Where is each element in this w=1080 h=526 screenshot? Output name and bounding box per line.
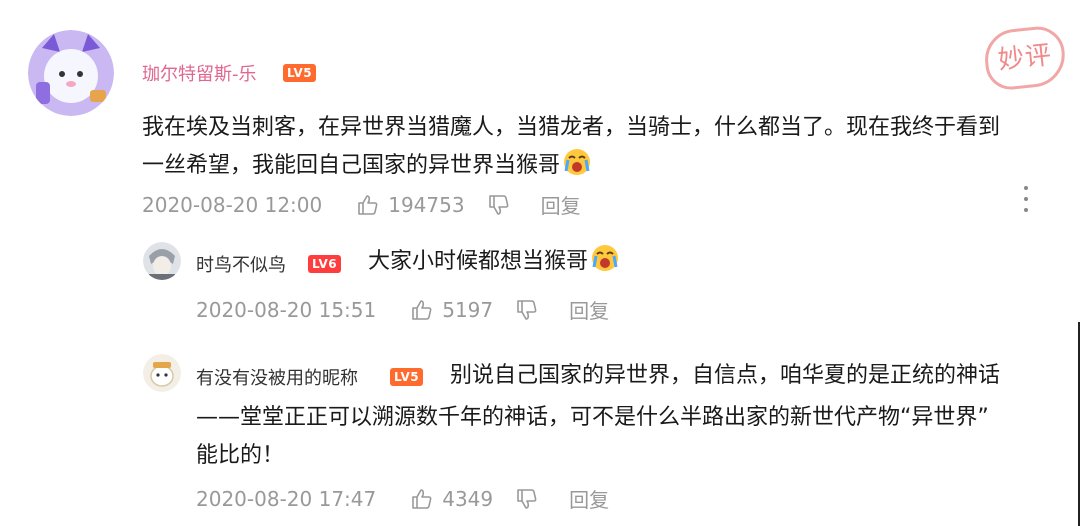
like-button[interactable]: 5197 [410, 298, 493, 322]
level-badge: LV6 [308, 255, 342, 273]
thumbs-up-icon [412, 299, 432, 320]
thumbs-up-icon [412, 488, 432, 509]
reply-button[interactable]: 回复 [569, 484, 609, 513]
reply-text-line2: ——堂堂正正可以溯源数千年的神话，可不是什么半路出家的新世代产物“异世界” [196, 405, 989, 430]
reply-username[interactable]: 有没有没被用的昵称 [196, 364, 358, 390]
thumbs-up-icon [358, 194, 378, 215]
reply-avatar[interactable] [143, 354, 181, 392]
reply-text-line3: 能比的！ [196, 443, 285, 468]
username[interactable]: 珈尔特留斯-乐 [142, 60, 257, 86]
crying-emoji-icon [592, 245, 619, 271]
timestamp: 2020-08-20 17:47 [196, 486, 377, 511]
comment-thread: 妙评 珈尔特留斯-乐 LV5 我在埃及当刺客，在异世界当猎魔人，当猎龙者，当骑士… [0, 0, 1080, 526]
level-badge: LV5 [390, 368, 424, 386]
reply-text: 大家小时候都想当猴哥 [368, 241, 620, 282]
like-button[interactable]: 4349 [410, 487, 493, 511]
comment-meta: 2020-08-20 12:00 194753 回复 [142, 190, 581, 219]
reply-username[interactable]: 时鸟不似鸟 [196, 251, 286, 277]
timestamp: 2020-08-20 12:00 [142, 192, 323, 217]
dislike-button[interactable] [515, 298, 539, 322]
thumbs-down-icon [517, 299, 537, 320]
reply-meta: 2020-08-20 17:47 4349 回复 [196, 484, 609, 513]
like-count: 4349 [442, 486, 494, 511]
timestamp: 2020-08-20 15:51 [196, 297, 377, 322]
more-dot [1024, 186, 1028, 190]
reply-meta: 2020-08-20 15:51 5197 回复 [196, 295, 609, 324]
dislike-button[interactable] [515, 487, 539, 511]
level-badge: LV5 [283, 64, 317, 82]
more-vertical-icon[interactable] [1018, 186, 1034, 212]
stamp-watermark: 妙评 [982, 23, 1068, 93]
dislike-button[interactable] [487, 193, 511, 217]
reply-button[interactable]: 回复 [569, 295, 609, 324]
comment-text-line2: 一丝希望，我能回自己国家的异世界当猴哥 [142, 145, 592, 186]
avatar[interactable] [28, 30, 114, 116]
more-dot [1024, 197, 1028, 201]
like-button[interactable]: 194753 [356, 192, 465, 217]
reply-button[interactable]: 回复 [541, 190, 581, 219]
reply-text: 别说自己国家的异世界，自信点，咱华夏的是正统的神话 [450, 363, 1001, 388]
thumbs-down-icon [517, 488, 537, 509]
like-count: 194753 [388, 192, 465, 217]
comment-text: 我在埃及当刺客，在异世界当猎魔人，当猎龙者，当骑士，什么都当了。现在我终于看到 [142, 115, 1001, 140]
reply-avatar[interactable] [143, 242, 181, 280]
crying-emoji-icon [564, 149, 591, 175]
like-count: 5197 [442, 297, 494, 322]
more-dot [1024, 208, 1028, 212]
thumbs-down-icon [488, 194, 508, 215]
comment-text-part: 一丝希望，我能回自己国家的异世界当猴哥 [142, 153, 561, 178]
reply-text-part: 大家小时候都想当猴哥 [368, 249, 589, 274]
